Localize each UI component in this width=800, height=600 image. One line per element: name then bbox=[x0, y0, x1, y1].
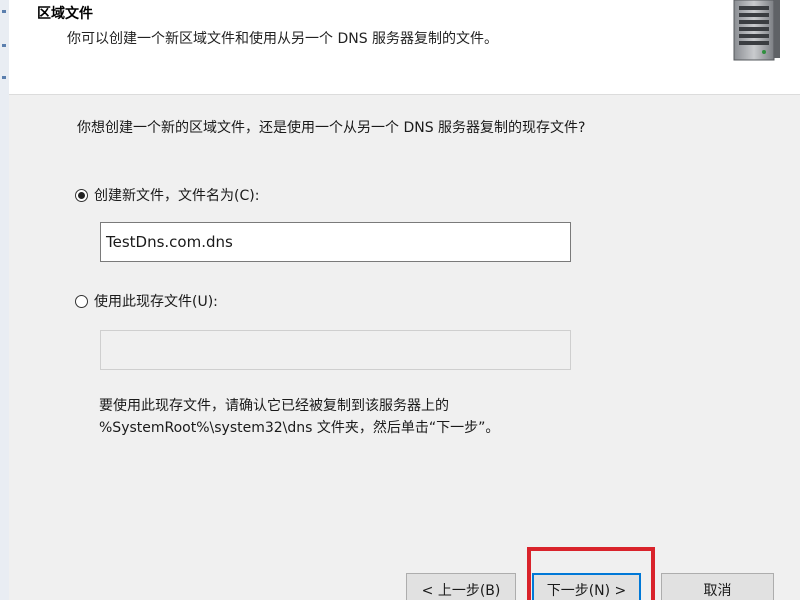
create-new-file-label: 创建新文件，文件名为(C): bbox=[94, 188, 260, 204]
background-window-edge bbox=[0, 0, 9, 600]
create-new-file-radio[interactable] bbox=[75, 188, 88, 202]
new-file-name-input[interactable]: TestDns.com.dns bbox=[100, 222, 571, 262]
wizard-body: 你想创建一个新的区域文件，还是使用一个从另一个 DNS 服务器复制的现存文件? … bbox=[9, 95, 800, 600]
existing-file-name-input[interactable] bbox=[100, 330, 571, 370]
page-subtitle: 你可以创建一个新区域文件和使用从另一个 DNS 服务器复制的文件。 bbox=[67, 31, 499, 47]
cancel-button[interactable]: 取消 bbox=[661, 573, 774, 600]
create-new-file-option[interactable]: 创建新文件，文件名为(C): bbox=[75, 185, 259, 205]
back-button[interactable]: < 上一步(B) bbox=[406, 573, 516, 600]
background-mark bbox=[2, 76, 6, 79]
dns-new-zone-wizard: 区域文件 你可以创建一个新区域文件和使用从另一个 DNS 服务器复制的文件。 你… bbox=[0, 0, 800, 600]
next-button-highlight bbox=[527, 547, 655, 600]
use-existing-file-option[interactable]: 使用此现存文件(U): bbox=[75, 291, 218, 311]
wizard-header: 区域文件 你可以创建一个新区域文件和使用从另一个 DNS 服务器复制的文件。 bbox=[9, 0, 800, 95]
question-text: 你想创建一个新的区域文件，还是使用一个从另一个 DNS 服务器复制的现存文件? bbox=[77, 120, 586, 136]
use-existing-file-label: 使用此现存文件(U): bbox=[94, 294, 218, 310]
note-line-2: %SystemRoot%\system32\dns 文件夹，然后单击“下一步”。 bbox=[99, 420, 500, 436]
background-mark bbox=[2, 44, 6, 47]
server-icon bbox=[733, 0, 780, 61]
note-line-1: 要使用此现存文件，请确认它已经被复制到该服务器上的 bbox=[99, 398, 449, 414]
page-title: 区域文件 bbox=[37, 6, 93, 22]
existing-file-note: 要使用此现存文件，请确认它已经被复制到该服务器上的 %SystemRoot%\s… bbox=[99, 395, 499, 439]
use-existing-file-radio[interactable] bbox=[75, 294, 88, 308]
background-mark bbox=[2, 10, 6, 13]
